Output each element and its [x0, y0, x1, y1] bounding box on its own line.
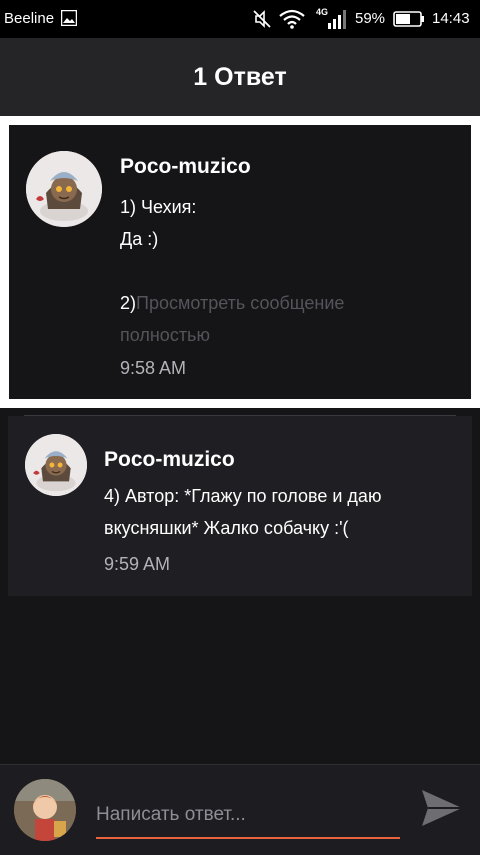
- battery-percent: 59%: [355, 10, 386, 27]
- character-avatar-icon: [26, 151, 102, 227]
- comment-text: 4) Автор: *Глажу по голове и даю вкусняш…: [104, 486, 382, 538]
- comment-time: 9:59 AM: [104, 554, 171, 574]
- wifi-icon: [279, 9, 305, 29]
- avatar[interactable]: [25, 434, 87, 496]
- comment-line: Да :): [120, 229, 159, 249]
- comment-line-prefix: 2): [120, 293, 137, 313]
- comment-line: 1) Чехия:: [120, 197, 197, 217]
- divider: [24, 415, 456, 416]
- comment-time: 9:58 AM: [120, 358, 187, 378]
- image-notification-icon: [61, 10, 77, 26]
- app-header: 1 Ответ: [0, 38, 480, 116]
- reply-bar: [0, 764, 480, 855]
- current-user-avatar[interactable]: [14, 779, 76, 841]
- carrier-name: Beeline: [4, 10, 55, 27]
- battery-icon: [393, 11, 424, 27]
- comment-text: 1) Чехия: Да :) 2)Просмотреть сообщение …: [120, 191, 420, 351]
- character-avatar-icon: [25, 434, 87, 496]
- status-bar: Beeline 4G 59% 14:43: [0, 0, 480, 38]
- view-full-message-link[interactable]: Просмотреть сообщение полностью: [120, 293, 344, 345]
- avatar[interactable]: [26, 151, 102, 227]
- comment-author[interactable]: Poco-muzico: [120, 155, 251, 179]
- reply-comment-card[interactable]: Poco-muzico 4) Автор: *Глажу по голове и…: [8, 415, 472, 596]
- highlighted-comment-card[interactable]: Poco-muzico 1) Чехия: Да :) 2)Просмотрет…: [0, 116, 480, 408]
- page-title: 1 Ответ: [193, 62, 287, 91]
- comment-author[interactable]: Poco-muzico: [104, 448, 235, 472]
- mute-icon: [253, 10, 271, 28]
- user-avatar-icon: [14, 779, 76, 841]
- comment-card-body: Poco-muzico 1) Чехия: Да :) 2)Просмотрет…: [9, 125, 471, 399]
- status-time: 14:43: [432, 10, 470, 27]
- reply-input[interactable]: [96, 793, 400, 839]
- signal-icon: 4G: [316, 7, 346, 29]
- network-type-label: 4G: [316, 7, 328, 17]
- send-icon[interactable]: [420, 788, 464, 828]
